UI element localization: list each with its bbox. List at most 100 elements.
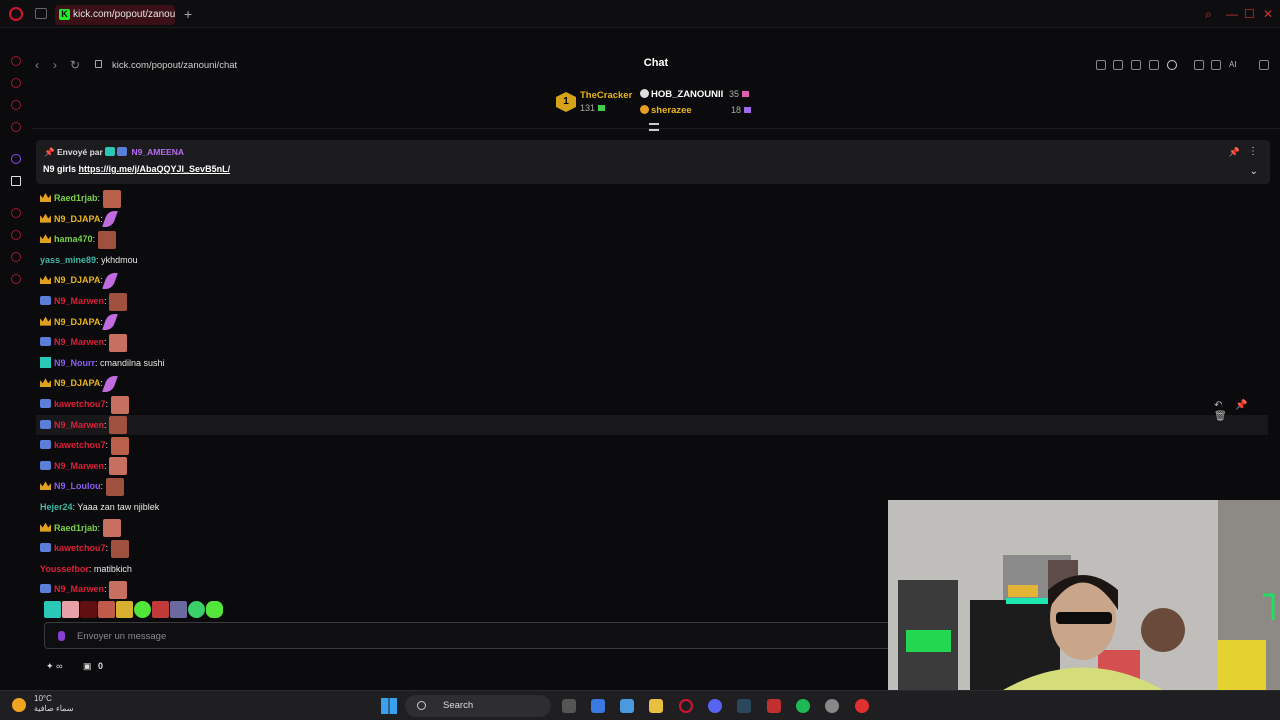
chat-message[interactable]: N9_DJAPA: [40,270,119,290]
more-options-icon[interactable]: ⋮ [1248,146,1258,157]
leader-name[interactable]: TheCracker [580,90,632,101]
settings-icon[interactable] [11,274,21,284]
delete-icon[interactable]: 🗑 [1214,411,1227,422]
chat-message[interactable]: Youssefbor: matibkich [40,559,132,579]
sidebar-app-icon[interactable] [11,252,21,262]
chat-message[interactable]: N9_Marwen: [40,456,128,476]
emote[interactable] [152,601,169,619]
task-view-icon[interactable] [562,699,576,713]
discord-icon[interactable] [708,699,722,713]
chat-username[interactable]: N9_DJAPA [54,214,100,224]
chat-username[interactable]: Raed1rjab [54,193,98,203]
pin-icon[interactable]: 📌 [1235,400,1247,411]
chat-input[interactable]: Envoyer un message [44,622,904,649]
expand-icon[interactable]: ⌄ [1250,166,1258,177]
store-icon[interactable] [620,699,634,713]
emote[interactable] [97,230,116,249]
close-icon[interactable]: ✕ [1263,7,1273,21]
emote[interactable] [110,395,129,414]
emote[interactable] [206,601,223,619]
chat-message[interactable]: N9_Loulou: [40,476,124,497]
history-icon[interactable] [11,230,21,240]
chat-message[interactable]: Hejer24: Yaaa zan taw njiblek [40,497,159,517]
emote[interactable] [102,189,121,208]
emote[interactable] [105,478,124,497]
emote[interactable] [110,436,129,455]
chat-message[interactable]: N9_DJAPA: [40,373,119,393]
emote[interactable] [98,601,115,619]
pin-icon[interactable]: 📌 [1229,147,1240,158]
emote[interactable] [188,601,205,619]
reply-icon[interactable]: ↶ [1214,400,1222,411]
microphone-icon[interactable] [58,631,65,641]
emote[interactable] [116,601,133,619]
chat-message[interactable]: yass_mine89: ykhdmou [40,250,138,270]
chat-message[interactable]: N9_DJAPA: [40,312,119,332]
chat-username[interactable]: kawetchou7 [54,399,106,409]
chat-username[interactable]: Raed1rjab [54,523,98,533]
chat-username[interactable]: N9_Marwen [54,296,104,306]
emote[interactable] [110,539,129,558]
collapse-leaderboard-icon[interactable] [649,123,659,131]
chat-username[interactable]: Hejer24 [40,502,73,512]
chat-message[interactable]: N9_Marwen: [40,332,128,352]
chat-username[interactable]: kawetchou7 [54,440,106,450]
emote[interactable] [44,601,61,619]
chat-username[interactable]: N9_Marwen [54,337,104,347]
chat-message[interactable]: Raed1rjab: [40,188,121,208]
sidebar-app-icon[interactable] [11,100,21,110]
settings-icon[interactable] [825,699,839,713]
chat-message[interactable]: kawetchou7: [40,538,129,558]
emote[interactable] [102,519,121,538]
chat-message[interactable]: hama470: [40,229,116,249]
chat-message[interactable]: N9_DJAPA: [40,209,119,229]
chat-username[interactable]: N9_Marwen [54,584,104,594]
chat-username[interactable]: N9_Loulou [54,481,101,491]
opera-logo-icon[interactable] [9,7,23,21]
chat-message[interactable]: N9_Nourr: cmandilna sushi [40,353,165,373]
maximize-icon[interactable]: ☐ [1244,7,1255,21]
app-icon[interactable] [855,699,869,713]
chat-username[interactable]: N9_DJAPA [54,317,100,327]
minimize-icon[interactable]: — [1226,7,1238,21]
chat-username[interactable]: N9_DJAPA [54,275,100,285]
x-icon[interactable] [11,176,21,186]
chat-username[interactable]: N9_Nourr [54,358,95,368]
points-icon[interactable]: ✦ [46,661,54,671]
twitch-icon[interactable] [11,154,21,164]
chat-username[interactable]: N9_Marwen [54,461,104,471]
chat-username[interactable]: kawetchou7 [54,543,106,553]
app-icon[interactable] [767,699,781,713]
chat-username[interactable]: N9_DJAPA [54,378,100,388]
chat-message[interactable]: kawetchou7: [40,394,129,414]
windows-start-icon[interactable] [381,698,397,714]
gifter-name[interactable]: HOB_ZANOUNII [640,89,723,100]
sidebar-app-icon[interactable] [11,122,21,132]
sidebar-app-icon[interactable] [11,208,21,218]
chat-message[interactable]: kawetchou7: [40,435,129,455]
taskbar-search[interactable]: Search [405,695,551,717]
emote[interactable] [109,457,128,476]
emote[interactable] [62,601,79,619]
chat-username[interactable]: Youssefbor [40,564,89,574]
opera-taskbar-icon[interactable] [679,699,693,713]
weather-icon[interactable] [12,698,26,712]
new-tab-icon[interactable]: + [184,6,192,22]
emote[interactable] [109,292,128,311]
emote[interactable] [134,601,151,619]
chat-username[interactable]: N9_Marwen [54,420,104,430]
sidebar-app-icon[interactable] [11,56,21,66]
emote[interactable] [109,416,128,435]
tab-menu-icon[interactable] [35,8,47,19]
browser-tab[interactable]: K kick.com/popout/zanouni/ [55,5,175,25]
chat-message[interactable]: N9_Marwen: [36,414,1268,435]
spotify-icon[interactable] [796,699,810,713]
emote[interactable] [109,581,128,600]
file-explorer-icon[interactable] [649,699,663,713]
weather-widget[interactable]: 10°C سماء صافية [34,694,74,714]
emote[interactable] [109,333,128,352]
emote[interactable] [80,601,97,619]
emote[interactable] [170,601,187,619]
chat-username[interactable]: hama470 [54,234,93,244]
steam-icon[interactable] [737,699,751,713]
